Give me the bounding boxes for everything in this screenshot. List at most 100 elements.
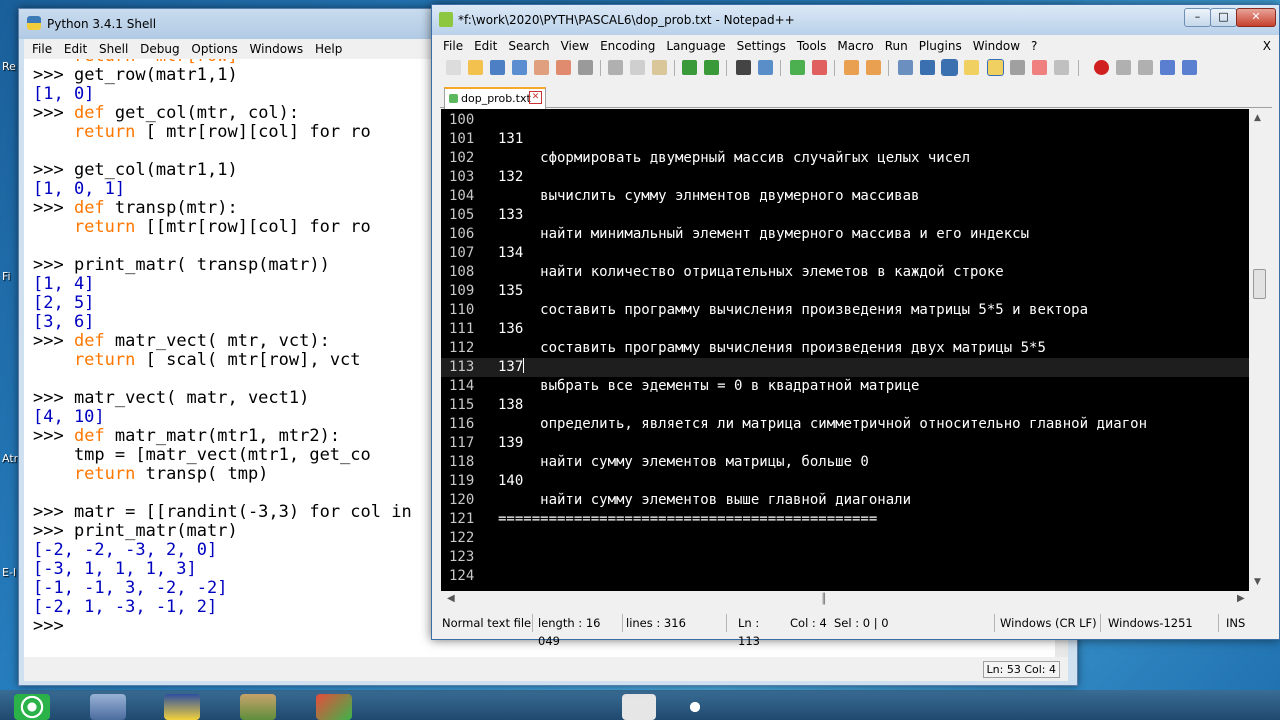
menu-shell[interactable]: Shell xyxy=(91,39,128,56)
editor-line[interactable]: 101 131 xyxy=(441,130,1249,149)
copy-icon[interactable] xyxy=(630,60,645,75)
editor-line[interactable]: 117 139 xyxy=(441,434,1249,453)
editor-line[interactable]: 106 найти минимальный элемент двумерного… xyxy=(441,225,1249,244)
menu-item[interactable]: Search xyxy=(497,36,549,53)
play-macro-icon[interactable] xyxy=(1138,60,1153,75)
editor-line[interactable]: 116 определить, является ли матрица симм… xyxy=(441,415,1249,434)
editor-line[interactable]: 123 xyxy=(441,548,1249,567)
editor-line[interactable]: 105 133 xyxy=(441,206,1249,225)
app-icon[interactable] xyxy=(164,694,200,720)
virtualbox-icon[interactable] xyxy=(90,694,126,720)
menu-item[interactable]: Run xyxy=(874,36,908,53)
scroll-down-icon[interactable]: ▼ xyxy=(1254,577,1261,587)
editor-area[interactable]: 100 101 131 102 сформировать двумерный масс… xyxy=(441,109,1270,591)
save-all-icon[interactable] xyxy=(512,60,527,75)
menu-item[interactable]: Edit xyxy=(463,36,497,53)
menu-item[interactable]: Tools xyxy=(786,36,827,53)
indent-guide-icon[interactable] xyxy=(941,59,958,76)
save-macro-icon[interactable] xyxy=(1182,60,1197,75)
archive-icon[interactable] xyxy=(240,694,276,720)
menu-edit[interactable]: Edit xyxy=(56,39,87,56)
scroll-up-icon[interactable]: ▲ xyxy=(1254,113,1261,123)
close-file-icon[interactable] xyxy=(534,60,549,75)
record-macro-icon[interactable] xyxy=(1094,60,1109,75)
menu-help[interactable]: Help xyxy=(307,39,342,56)
editor-line[interactable]: 104 вычислить сумму элнментов двумерного… xyxy=(441,187,1249,206)
minimize-button[interactable]: – xyxy=(1184,8,1211,27)
current-line[interactable]: 113 137 xyxy=(441,358,1249,377)
doc-map-icon[interactable] xyxy=(964,60,979,75)
replace-icon[interactable] xyxy=(758,60,773,75)
folder-workspace-icon[interactable] xyxy=(1032,60,1047,75)
editor-line[interactable]: 121 =====================================… xyxy=(441,510,1249,529)
editor-line[interactable]: 109 135 xyxy=(441,282,1249,301)
zoom-in-icon[interactable] xyxy=(790,60,805,75)
new-icon[interactable] xyxy=(446,60,461,75)
scroll-left-icon[interactable]: ◀ xyxy=(447,593,455,604)
menu-item[interactable]: Plugins xyxy=(908,36,962,53)
editor-line[interactable]: 120 найти сумму элементов выше главной д… xyxy=(441,491,1249,510)
menu-item[interactable]: Language xyxy=(655,36,725,53)
title-bar[interactable]: *f:\work\2020\PYTH\PASCAL6\dop_prob.txt … xyxy=(432,5,1279,35)
maximize-button[interactable]: □ xyxy=(1210,8,1237,27)
close-all-icon[interactable] xyxy=(556,60,571,75)
scroll-right-icon[interactable]: ▶ xyxy=(1237,593,1245,604)
notepad-window[interactable]: *f:\work\2020\PYTH\PASCAL6\dop_prob.txt … xyxy=(431,4,1280,648)
sync-horizontal-icon[interactable] xyxy=(866,60,881,75)
menu-item[interactable]: Macro xyxy=(826,36,873,53)
sync-vertical-icon[interactable] xyxy=(844,60,859,75)
editor-line[interactable]: 107 134 xyxy=(441,244,1249,263)
close-button[interactable]: ✕ xyxy=(1236,8,1276,27)
menu-item[interactable]: Settings xyxy=(726,36,786,53)
close-doc-button[interactable]: X xyxy=(1263,39,1271,53)
star-icon[interactable] xyxy=(680,694,710,720)
editor-line[interactable]: 114 выбрать все эдементы = 0 в квадратно… xyxy=(441,377,1249,396)
editor-line[interactable]: 124 xyxy=(441,567,1249,586)
run-macro-multiple-icon[interactable] xyxy=(1160,60,1175,75)
menu-debug[interactable]: Debug xyxy=(132,39,179,56)
user-lang-icon[interactable] xyxy=(987,59,1004,76)
open-icon[interactable] xyxy=(468,60,483,75)
doc-list-icon[interactable] xyxy=(1010,60,1025,75)
tab-dop-prob[interactable]: dop_prob.txt ✕ xyxy=(444,87,546,109)
editor-line[interactable]: 122 xyxy=(441,529,1249,548)
print-icon[interactable] xyxy=(578,60,593,75)
stop-macro-icon[interactable] xyxy=(1116,60,1131,75)
horizontal-scrollbar[interactable]: ◀ ║ ▶ xyxy=(441,591,1249,608)
green-app-icon[interactable] xyxy=(14,694,50,720)
editor-line[interactable]: 103 132 xyxy=(441,168,1249,187)
undo-icon[interactable] xyxy=(682,60,697,75)
cut-icon[interactable] xyxy=(608,60,623,75)
menu-item[interactable]: Encoding xyxy=(589,36,655,53)
editor-line[interactable]: 119 140 xyxy=(441,472,1249,491)
zoom-out-icon[interactable] xyxy=(812,60,827,75)
menu-windows[interactable]: Windows xyxy=(242,39,304,56)
find-icon[interactable] xyxy=(736,60,751,75)
tool-icon[interactable] xyxy=(316,694,352,720)
menu-file[interactable]: File xyxy=(24,39,52,56)
paste-icon[interactable] xyxy=(652,60,667,75)
document-icon[interactable] xyxy=(622,694,656,720)
scroll-thumb[interactable]: ║ xyxy=(821,594,827,605)
monitoring-icon[interactable] xyxy=(1054,60,1069,75)
editor-line[interactable]: 110 составить программу вычисления произ… xyxy=(441,301,1249,320)
editor-line[interactable]: 118 найти сумму элементов матрицы, больш… xyxy=(441,453,1249,472)
editor-line[interactable]: 112 составить программу вычисления произ… xyxy=(441,339,1249,358)
menu-item[interactable]: ? xyxy=(1020,36,1037,53)
menu-item[interactable]: File xyxy=(432,36,463,53)
menu-item[interactable]: Window xyxy=(962,36,1020,53)
menu-options[interactable]: Options xyxy=(183,39,237,56)
save-icon[interactable] xyxy=(490,60,505,75)
vertical-scrollbar[interactable]: ▲ ▼ xyxy=(1249,109,1270,591)
editor-line[interactable]: 100 xyxy=(441,111,1249,130)
editor-line[interactable]: 111 136 xyxy=(441,320,1249,339)
editor-line[interactable]: 108 найти количество отрицательных элеме… xyxy=(441,263,1249,282)
word-wrap-icon[interactable] xyxy=(898,60,913,75)
redo-icon[interactable] xyxy=(704,60,719,75)
close-tab-icon[interactable]: ✕ xyxy=(529,91,542,104)
editor-line[interactable]: 102 сформировать двумерный массив случай… xyxy=(441,149,1249,168)
menu-item[interactable]: View xyxy=(550,36,589,53)
show-all-chars-icon[interactable] xyxy=(920,60,935,75)
scroll-thumb[interactable] xyxy=(1253,269,1266,299)
editor-line[interactable]: 115 138 xyxy=(441,396,1249,415)
